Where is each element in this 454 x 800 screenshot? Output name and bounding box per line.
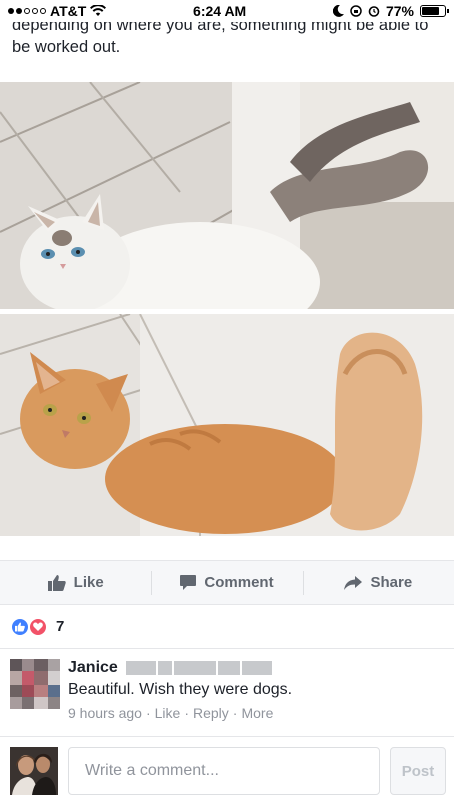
comment-meta: 9 hours ago · Like · Reply · More — [68, 705, 274, 721]
comment-input[interactable] — [68, 747, 380, 795]
battery-icon — [420, 5, 449, 17]
comment-text: Beautiful. Wish they were dogs. — [68, 681, 293, 698]
status-bar: AT&T 6:24 AM 77% — [0, 0, 454, 22]
comment-label: Comment — [204, 574, 274, 591]
comment-timestamp[interactable]: 9 hours ago — [68, 705, 142, 721]
like-button[interactable]: Like — [0, 561, 151, 604]
clock: 6:24 AM — [193, 3, 247, 19]
signal-strength-icon — [8, 8, 46, 14]
redacted-surname — [125, 661, 272, 675]
like-reaction-icon — [10, 616, 30, 637]
comment-more-link[interactable]: More — [241, 705, 273, 721]
comment-composer: Post — [0, 736, 454, 800]
comment-author-name[interactable]: Janice — [68, 659, 118, 677]
comment-like-link[interactable]: Like — [155, 705, 181, 721]
share-arrow-icon — [344, 575, 363, 590]
share-button[interactable]: Share — [302, 561, 454, 604]
carrier-label: AT&T — [50, 3, 87, 19]
share-label: Share — [370, 574, 413, 591]
post-actions-bar: Like Comment Share — [0, 560, 454, 604]
rotation-lock-icon — [350, 5, 362, 17]
battery-percent: 77% — [385, 3, 414, 19]
post-photo-orange-cat[interactable] — [0, 314, 454, 536]
comment-reply-link[interactable]: Reply — [193, 705, 229, 721]
post-photo-white-cat[interactable] — [0, 82, 454, 309]
like-label: Like — [73, 574, 104, 591]
comment-bubble-icon — [180, 575, 197, 590]
current-user-avatar — [10, 747, 58, 795]
commenter-avatar[interactable] — [10, 659, 60, 709]
moon-icon — [332, 5, 344, 17]
orange-cat-illustration — [0, 314, 454, 536]
reaction-count: 7 — [56, 618, 65, 635]
wifi-icon — [90, 5, 107, 16]
love-reaction-icon — [28, 616, 48, 637]
post-comment-button[interactable]: Post — [390, 747, 446, 795]
thumbs-up-icon — [47, 574, 66, 591]
alarm-icon — [368, 6, 380, 17]
comment-button[interactable]: Comment — [151, 561, 302, 604]
white-cat-illustration — [0, 82, 454, 309]
reactions-summary[interactable]: 7 — [0, 604, 454, 648]
comment-item: Janice Beautiful. Wish they were dogs. 9… — [0, 648, 454, 736]
